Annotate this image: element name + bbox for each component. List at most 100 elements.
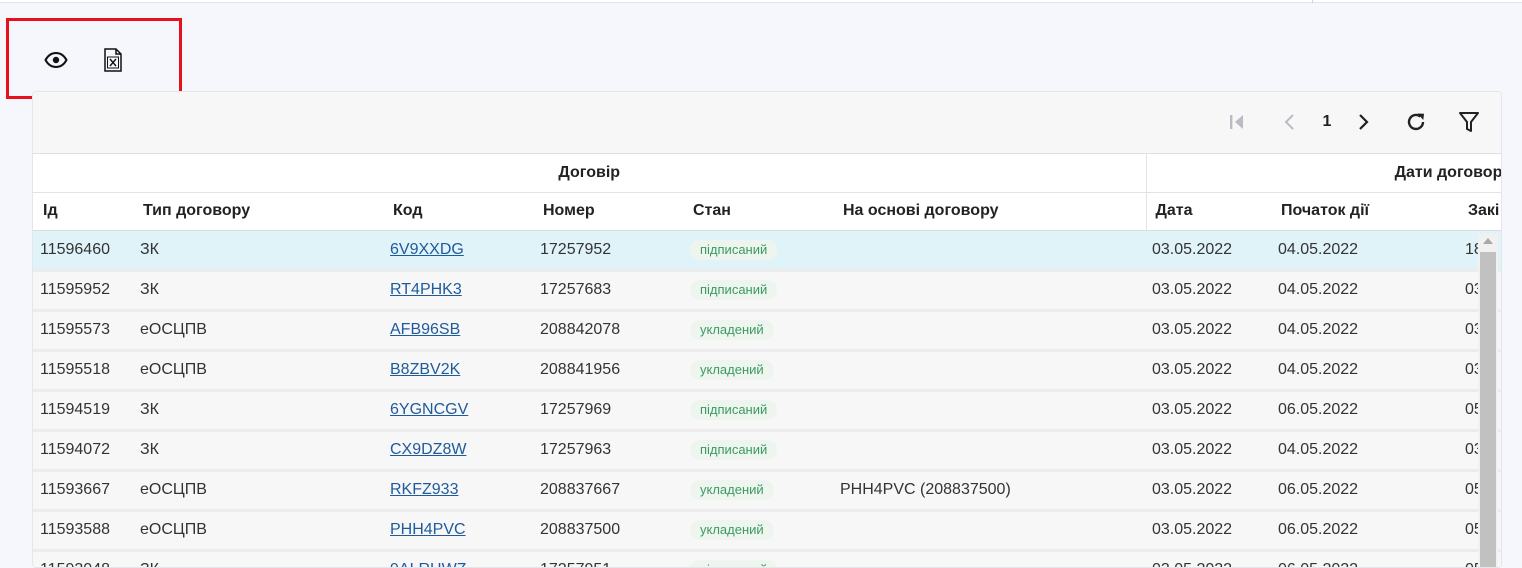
top-bar-separator (1312, 0, 1313, 3)
cell-type: ЗК (133, 270, 383, 312)
table-row[interactable]: 11593588 еОСЦПВ PHH4PVC 208837500 укладений 0… (33, 510, 1501, 552)
cell-type: еОСЦПВ (133, 350, 383, 392)
cell-start: 06.05.2022 (1271, 390, 1458, 432)
cell-start: 04.05.2022 (1271, 230, 1458, 272)
cell-base-contract (833, 430, 1146, 472)
cell-number: 208841956 (533, 350, 683, 392)
cell-id: 11595952 (33, 270, 133, 312)
contracts-panel: 1 Договір Дати договору Ід Тип договору … (32, 91, 1502, 568)
cell-start: 04.05.2022 (1271, 430, 1458, 472)
column-header-base-contract[interactable]: На основі договору (833, 192, 1146, 231)
top-bar (0, 0, 1522, 3)
scrollbar-thumb[interactable] (1480, 252, 1496, 567)
status-badge: підписаний (690, 400, 778, 420)
cell-type: ЗК (133, 550, 383, 567)
cell-status: укладений (683, 310, 833, 352)
cell-date: 03.05.2022 (1146, 550, 1271, 567)
next-page-button[interactable] (1349, 108, 1377, 136)
cell-number: 17257951 (533, 550, 683, 567)
filter-button[interactable] (1454, 108, 1484, 136)
status-badge: підписаний (690, 440, 778, 460)
contract-code-link[interactable]: CX9DZ8W (390, 441, 466, 458)
cell-date: 03.05.2022 (1146, 350, 1271, 392)
cell-date: 03.05.2022 (1146, 390, 1271, 432)
cell-base-contract (833, 390, 1146, 432)
cell-code: 6YGNCGV (383, 390, 533, 432)
contract-code-link[interactable]: RT4PHK3 (390, 281, 462, 298)
table-row[interactable]: 11595518 еОСЦПВ B8ZBV2K 208841956 укладений 0… (33, 350, 1501, 392)
table-row[interactable]: 11593667 еОСЦПВ RKFZ933 208837667 укладений P… (33, 470, 1501, 512)
refresh-button[interactable] (1401, 108, 1431, 136)
action-toolbar (6, 18, 182, 99)
table-row[interactable]: 11595952 ЗК RT4PHK3 17257683 підписаний 03.05… (33, 270, 1501, 312)
cell-status: укладений (683, 510, 833, 552)
column-header-date[interactable]: Дата (1145, 192, 1271, 231)
table-row[interactable]: 11596460 ЗК 6V9XXDG 17257952 підписаний 03.05… (33, 230, 1501, 272)
cell-code: RKFZ933 (383, 470, 533, 512)
next-page-icon (1359, 114, 1369, 130)
cell-id: 11595518 (33, 350, 133, 392)
table-row[interactable]: 11594072 ЗК CX9DZ8W 17257963 підписаний 03.05… (33, 430, 1501, 472)
contract-code-link[interactable]: 6YGNCGV (390, 401, 468, 418)
cell-code: PHH4PVC (383, 510, 533, 552)
cell-type: ЗК (133, 230, 383, 272)
cell-base-contract: PHH4PVC (208837500) (833, 470, 1146, 512)
cell-code: RT4PHK3 (383, 270, 533, 312)
cell-code: CX9DZ8W (383, 430, 533, 472)
cell-start: 04.05.2022 (1271, 270, 1458, 312)
cell-start: 04.05.2022 (1271, 310, 1458, 352)
filter-icon (1459, 112, 1479, 132)
column-header-type[interactable]: Тип договору (133, 192, 383, 231)
column-header-end[interactable]: Закі (1458, 192, 1501, 231)
contract-code-link[interactable]: 6V9XXDG (390, 241, 464, 258)
contract-code-link[interactable]: B8ZBV2K (390, 361, 460, 378)
pagination-bar: 1 (33, 92, 1501, 154)
contract-code-link[interactable]: AFB96SB (390, 321, 460, 338)
table-row[interactable]: 11595573 еОСЦПВ AFB96SB 208842078 укладений 0… (33, 310, 1501, 352)
current-page-number[interactable]: 1 (1313, 108, 1341, 136)
status-badge: укладений (690, 360, 774, 380)
cell-start: 06.05.2022 (1271, 470, 1458, 512)
contract-code-link[interactable]: PHH4PVC (390, 521, 466, 538)
cell-number: 17257683 (533, 270, 683, 312)
status-badge: укладений (690, 320, 774, 340)
cell-date: 03.05.2022 (1146, 510, 1271, 552)
prev-page-button[interactable] (1276, 108, 1304, 136)
cell-number: 17257963 (533, 430, 683, 472)
column-header-status[interactable]: Стан (683, 192, 833, 231)
cell-base-contract (833, 230, 1146, 272)
contract-code-link[interactable]: RKFZ933 (390, 481, 458, 498)
status-badge: підписаний (690, 560, 778, 567)
cell-number: 17257969 (533, 390, 683, 432)
cell-base-contract (833, 350, 1146, 392)
scroll-up-arrow-icon[interactable] (1483, 238, 1493, 244)
column-header-start[interactable]: Початок дії (1271, 192, 1458, 231)
cell-code: 6V9XXDG (383, 230, 533, 272)
cell-number: 17257952 (533, 230, 683, 272)
cell-number: 208837500 (533, 510, 683, 552)
cell-status: підписаний (683, 270, 833, 312)
table-row[interactable]: 11593048ЗК 9ALRHWZ 17257951 підписаний 03.05… (33, 550, 1501, 567)
cell-id: 11593588 (33, 510, 133, 552)
cell-date: 03.05.2022 (1146, 310, 1271, 352)
column-header-number[interactable]: Номер (533, 192, 683, 231)
cell-status: укладений (683, 350, 833, 392)
cell-id: 11594519 (33, 390, 133, 432)
cell-status: укладений (683, 470, 833, 512)
status-badge: підписаний (690, 239, 778, 260)
contract-code-link[interactable]: 9ALRHWZ (390, 561, 466, 567)
cell-status: підписаний (683, 390, 833, 432)
prev-page-icon (1284, 114, 1294, 130)
column-header-code[interactable]: Код (383, 192, 533, 231)
group-header-contract: Договір (33, 154, 1146, 193)
export-excel-button[interactable] (98, 45, 128, 75)
cell-date: 03.05.2022 (1146, 430, 1271, 472)
view-button[interactable] (41, 45, 71, 75)
cell-date: 03.05.2022 (1146, 230, 1271, 272)
status-badge: укладений (690, 520, 774, 540)
first-page-button[interactable] (1223, 108, 1251, 136)
table-row[interactable]: 11594519 ЗК 6YGNCGV 17257969 підписаний 03.05… (33, 390, 1501, 432)
cell-id: 11595573 (33, 310, 133, 352)
column-header-id[interactable]: Ід (33, 192, 133, 231)
cell-date: 03.05.2022 (1146, 270, 1271, 312)
